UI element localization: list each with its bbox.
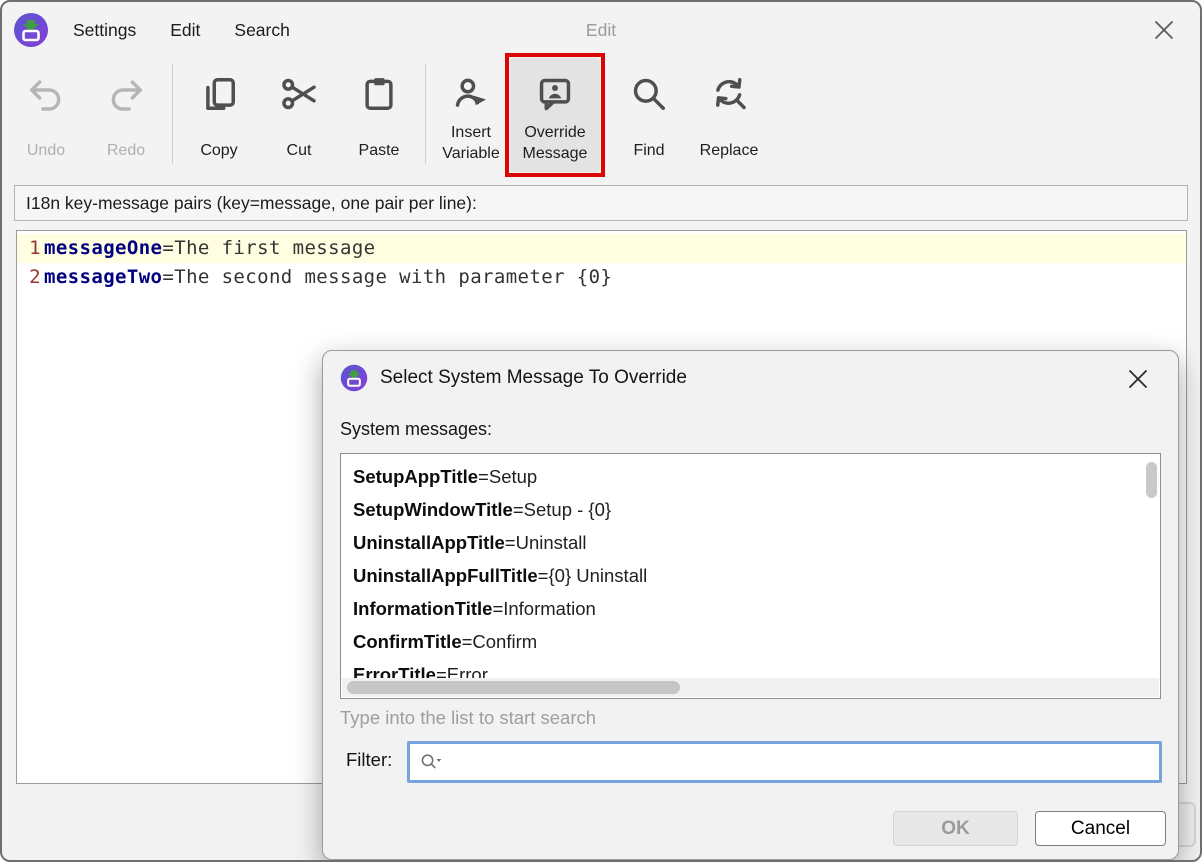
redo-button[interactable]: Redo	[86, 58, 166, 172]
list-item[interactable]: SetupWindowTitle=Setup - {0}	[353, 493, 1160, 526]
message-rows: SetupAppTitle=Setup SetupWindowTitle=Set…	[341, 454, 1160, 691]
list-item[interactable]: UninstallAppFullTitle={0} Uninstall	[353, 559, 1160, 592]
app-logo-icon	[340, 364, 368, 392]
menu-search[interactable]: Search	[234, 20, 289, 41]
override-message-icon	[536, 72, 574, 116]
menu-bar: Settings Edit Search	[73, 20, 290, 41]
close-icon	[1127, 368, 1149, 390]
line-number: 1	[17, 234, 41, 263]
toolbar-separator	[172, 64, 173, 164]
menu-edit[interactable]: Edit	[170, 20, 200, 41]
filter-input-box[interactable]	[407, 741, 1162, 783]
search-hint-text: Type into the list to start search	[340, 707, 596, 729]
window-close-button[interactable]	[1150, 16, 1178, 44]
menu-settings[interactable]: Settings	[73, 20, 136, 41]
list-item[interactable]: SetupAppTitle=Setup	[353, 460, 1160, 493]
vertical-scrollbar-thumb[interactable]	[1146, 462, 1157, 498]
message-value: =The first message	[162, 234, 375, 263]
close-icon	[1153, 19, 1175, 41]
system-messages-label: System messages:	[340, 419, 492, 440]
copy-button[interactable]: Copy	[179, 58, 259, 172]
redo-icon	[107, 72, 145, 116]
filter-input[interactable]	[449, 747, 1159, 777]
list-item[interactable]: InformationTitle=Information	[353, 592, 1160, 625]
dialog-title: Select System Message To Override	[380, 367, 687, 389]
message-key: messageOne	[44, 234, 162, 263]
copy-icon	[200, 72, 238, 116]
horizontal-scrollbar[interactable]	[342, 678, 1159, 697]
message-value: =The second message with parameter {0}	[162, 263, 612, 292]
filter-label: Filter:	[346, 749, 392, 771]
toolbar: Undo Redo Copy	[2, 58, 1200, 180]
dialog-close-button[interactable]	[1124, 365, 1152, 393]
cut-button[interactable]: Cut	[259, 58, 339, 172]
find-button[interactable]: Find	[614, 58, 684, 172]
editor-line[interactable]: 2messageTwo=The second message with para…	[17, 263, 1186, 292]
replace-button[interactable]: Replace	[684, 58, 774, 172]
line-number: 2	[17, 263, 41, 292]
horizontal-scrollbar-thumb[interactable]	[347, 681, 680, 694]
override-message-button[interactable]: Override Message	[510, 58, 600, 172]
message-key: messageTwo	[44, 263, 162, 292]
app-logo-icon	[13, 12, 49, 48]
list-item[interactable]: UninstallAppTitle=Uninstall	[353, 526, 1160, 559]
editor-header-label: I18n key-message pairs (key=message, one…	[14, 185, 1188, 221]
replace-icon	[710, 72, 748, 116]
undo-button[interactable]: Undo	[6, 58, 86, 172]
insert-variable-icon	[452, 72, 490, 116]
find-icon	[630, 72, 668, 116]
search-icon	[419, 750, 443, 774]
select-system-message-dialog: Select System Message To Override System…	[322, 350, 1179, 860]
insert-variable-button[interactable]: Insert Variable	[432, 58, 510, 172]
app-window: Settings Edit Search Edit Undo Redo	[0, 0, 1202, 862]
toolbar-separator	[425, 64, 426, 164]
cancel-button[interactable]: Cancel	[1035, 811, 1166, 846]
editor-line[interactable]: 1messageOne=The first message	[17, 234, 1186, 263]
ok-button[interactable]: OK	[893, 811, 1018, 846]
paste-icon	[360, 72, 398, 116]
system-messages-list[interactable]: SetupAppTitle=Setup SetupWindowTitle=Set…	[340, 453, 1161, 699]
undo-icon	[27, 72, 65, 116]
cut-icon	[280, 72, 318, 116]
title-bar: Settings Edit Search Edit	[2, 2, 1200, 58]
list-item[interactable]: ConfirmTitle=Confirm	[353, 625, 1160, 658]
paste-button[interactable]: Paste	[339, 58, 419, 172]
